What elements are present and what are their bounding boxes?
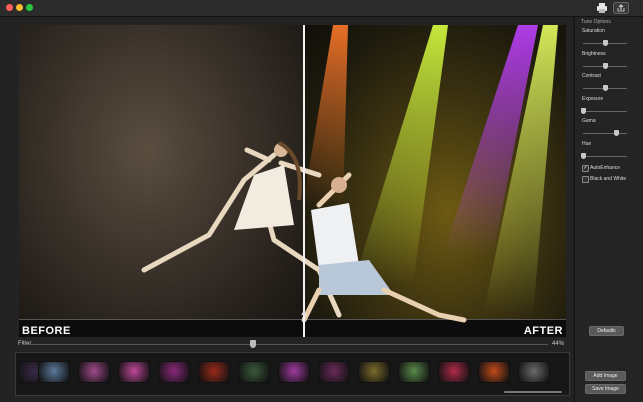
slider-label-gama: Gama: [582, 118, 596, 124]
slider-thumb-brightness[interactable]: [603, 62, 608, 69]
after-label: AFTER: [523, 325, 563, 337]
slider-label-brightness: Brightness: [582, 50, 606, 57]
filter-slider-track[interactable]: [22, 344, 548, 345]
filter-strip[interactable]: [15, 352, 570, 396]
slider-label-hue: Hue: [582, 140, 592, 147]
slider-track-hue[interactable]: [583, 155, 627, 157]
close-button[interactable]: [6, 4, 13, 11]
filter-thumbnail[interactable]: [78, 361, 110, 383]
slider-thumb-contrast[interactable]: [603, 85, 608, 91]
filter-thumbnail[interactable]: [198, 361, 230, 383]
filter-thumbnail[interactable]: [118, 361, 150, 383]
tune-panel: Tune Options Saturation Brightness Contras…: [574, 17, 643, 402]
add-image-button[interactable]: Add Image: [585, 371, 626, 381]
filter-thumbnail[interactable]: [238, 361, 270, 383]
filter-thumbnail[interactable]: [398, 361, 430, 383]
filter-thumbnail[interactable]: [358, 361, 390, 383]
slider-thumb-exposure[interactable]: [581, 107, 586, 114]
slider-label-exposure: Exposure: [582, 95, 604, 102]
title-bar: [0, 0, 643, 17]
image-canvas[interactable]: ▲ BEFORE AFTER: [19, 25, 566, 337]
split-divider[interactable]: [303, 25, 305, 337]
minimize-button[interactable]: [16, 4, 23, 11]
slider-label-contrast: Contrast: [582, 73, 601, 79]
before-label: BEFORE: [22, 325, 71, 337]
filter-thumbnail[interactable]: [438, 361, 470, 383]
filter-thumbnail[interactable]: [278, 361, 310, 383]
filter-thumbnail[interactable]: [518, 361, 550, 383]
save-image-button[interactable]: Save Image: [585, 384, 626, 394]
slider-thumb-hue[interactable]: [581, 152, 586, 159]
slider-label-saturation: Saturation: [582, 28, 605, 34]
dancers: [141, 141, 467, 323]
strip-scrollbar[interactable]: [504, 391, 562, 393]
slider-thumb-saturation[interactable]: [603, 40, 608, 46]
slider-track-exposure[interactable]: [583, 110, 627, 112]
checkbox-label: Black and White: [590, 176, 627, 182]
slider-thumb-gama[interactable]: [614, 130, 619, 136]
tune-title: Tune Options: [581, 19, 611, 25]
checkbox-black-and-white[interactable]: [582, 176, 589, 183]
defaults-button[interactable]: Defaults: [589, 326, 624, 336]
checkbox-autoenhance[interactable]: ✓: [582, 165, 589, 172]
slider-track-gama[interactable]: [583, 133, 627, 134]
checkbox-label: AutoEnhance: [590, 165, 621, 171]
share-icon[interactable]: [613, 2, 629, 14]
filter-thumbnail[interactable]: [318, 361, 350, 383]
split-handle-icon[interactable]: ▲: [299, 307, 309, 317]
filter-value: 44%: [552, 341, 565, 347]
filter-thumbnail[interactable]: [38, 361, 70, 383]
zoom-button[interactable]: [26, 4, 33, 11]
print-icon[interactable]: [596, 2, 608, 14]
filter-thumbnail[interactable]: [158, 361, 190, 383]
filter-thumbnail[interactable]: [478, 361, 510, 383]
